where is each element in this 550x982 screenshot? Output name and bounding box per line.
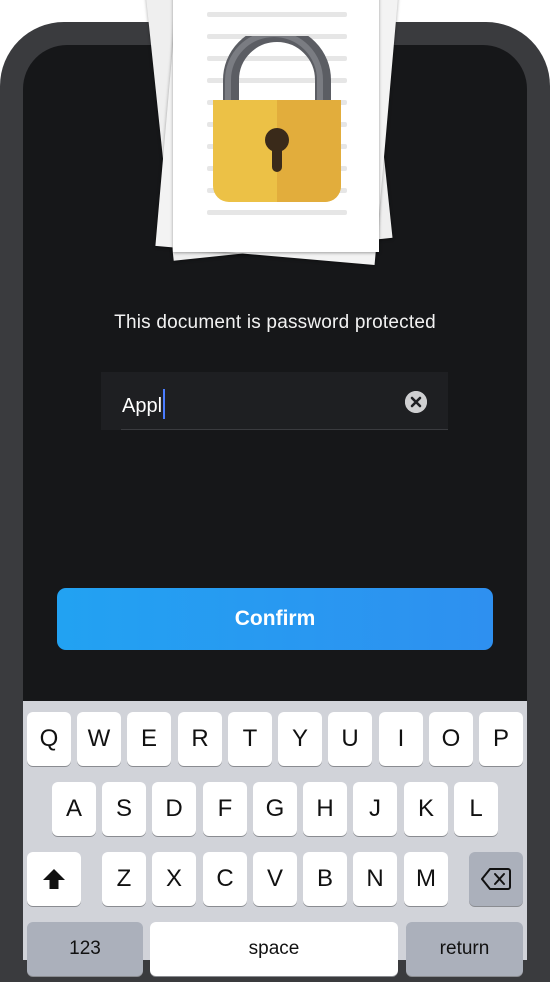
password-input[interactable]: Appl: [101, 372, 448, 430]
locked-document-illustration: [145, 0, 405, 270]
key-n[interactable]: N: [353, 852, 397, 906]
key-m[interactable]: M: [404, 852, 448, 906]
key-h[interactable]: H: [303, 782, 347, 836]
key-g[interactable]: G: [253, 782, 297, 836]
key-v[interactable]: V: [253, 852, 297, 906]
shift-key[interactable]: [27, 852, 81, 906]
space-key[interactable]: space: [150, 922, 398, 976]
key-s[interactable]: S: [102, 782, 146, 836]
return-key[interactable]: return: [406, 922, 523, 976]
key-w[interactable]: W: [77, 712, 121, 766]
padlock-icon: [213, 36, 341, 202]
key-d[interactable]: D: [152, 782, 196, 836]
confirm-button[interactable]: Confirm: [57, 588, 493, 650]
shift-arrow-icon: [43, 869, 65, 889]
text-line: [207, 12, 347, 17]
key-x[interactable]: X: [152, 852, 196, 906]
backspace-key[interactable]: [469, 852, 523, 906]
clear-x-icon[interactable]: [405, 391, 427, 413]
numbers-key[interactable]: 123: [27, 922, 143, 976]
password-input-value[interactable]: Appl: [122, 389, 166, 419]
key-q[interactable]: Q: [27, 712, 71, 766]
key-y[interactable]: Y: [278, 712, 322, 766]
key-c[interactable]: C: [203, 852, 247, 906]
key-z[interactable]: Z: [102, 852, 146, 906]
key-u[interactable]: U: [328, 712, 372, 766]
key-p[interactable]: P: [479, 712, 523, 766]
key-a[interactable]: A: [52, 782, 96, 836]
key-t[interactable]: T: [228, 712, 272, 766]
key-k[interactable]: K: [404, 782, 448, 836]
key-e[interactable]: E: [127, 712, 171, 766]
input-underline: [121, 429, 448, 430]
text-caret: [163, 389, 166, 419]
key-o[interactable]: O: [429, 712, 473, 766]
password-protected-message: This document is password protected: [114, 312, 436, 333]
onscreen-keyboard: Q W E R T Y U I O P A S D F G H J K L Z …: [23, 701, 527, 976]
key-f[interactable]: F: [203, 782, 247, 836]
password-text: Appl: [122, 395, 163, 417]
key-l[interactable]: L: [454, 782, 498, 836]
key-b[interactable]: B: [303, 852, 347, 906]
key-i[interactable]: I: [379, 712, 423, 766]
key-j[interactable]: J: [353, 782, 397, 836]
key-r[interactable]: R: [178, 712, 222, 766]
text-line: [207, 210, 347, 215]
backspace-icon: [481, 868, 511, 890]
